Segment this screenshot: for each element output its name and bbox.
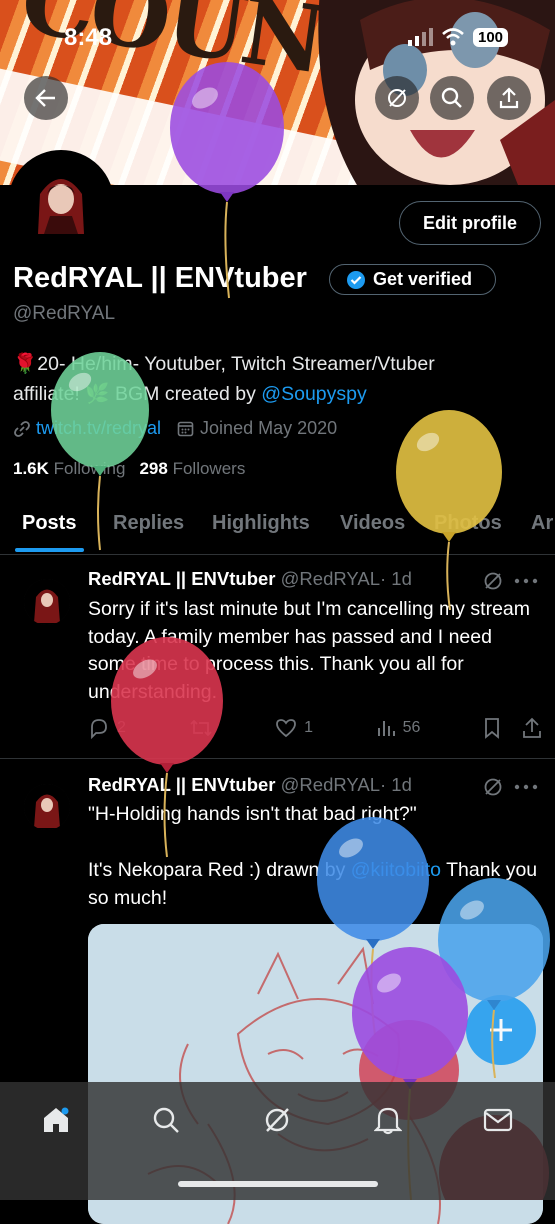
avatar-illustration (12, 154, 110, 252)
calendar-icon (177, 421, 194, 437)
tweet-avatar-illustration (24, 579, 70, 625)
back-button[interactable] (24, 76, 68, 120)
views-icon (377, 721, 395, 736)
views-action[interactable]: 56 (376, 718, 421, 738)
bookmark-icon[interactable] (483, 717, 501, 739)
like-count: 1 (304, 719, 313, 736)
search-icon (153, 1107, 179, 1133)
bell-icon (374, 1107, 402, 1135)
tweet-author-handle[interactable]: @RedRYAL (281, 774, 380, 795)
followers-label: Followers (172, 459, 246, 478)
nav-messages[interactable] (478, 1100, 518, 1140)
tab-highlights[interactable]: Highlights (212, 512, 310, 535)
tweet-header: RedRYAL || ENVtuber @RedRYAL· 1d (88, 568, 412, 590)
more-icon[interactable] (513, 783, 539, 791)
tweet-time: · 1d (380, 774, 412, 795)
grok-button[interactable] (375, 76, 419, 120)
nav-search[interactable] (146, 1100, 186, 1140)
wifi-icon (442, 28, 464, 46)
grok-icon[interactable] (482, 776, 504, 798)
grok-icon (265, 1108, 289, 1132)
get-verified-button[interactable]: Get verified (329, 264, 496, 295)
tab-articles[interactable]: Ar (531, 512, 553, 535)
home-indicator (178, 1181, 378, 1187)
share-icon (499, 87, 519, 109)
mail-icon (483, 1108, 513, 1132)
tweet-avatar-illustration (24, 784, 70, 830)
signal-icon (408, 28, 433, 46)
share-icon[interactable] (521, 717, 543, 739)
like-icon (276, 719, 296, 738)
following-count: 1.6K (13, 459, 49, 478)
search-button[interactable] (430, 76, 474, 120)
profile-handle: @RedRYAL (13, 303, 116, 324)
back-arrow-icon (35, 89, 55, 107)
rose-emoji: 🌹 (13, 353, 38, 375)
more-icon[interactable] (513, 577, 539, 585)
profile-avatar[interactable] (8, 150, 114, 256)
verified-badge-icon (347, 270, 365, 289)
tweet-author-handle[interactable]: @RedRYAL (281, 568, 380, 589)
battery-indicator: 100 (473, 27, 509, 47)
yellow-balloon (396, 410, 502, 610)
link-icon (14, 420, 30, 437)
views-count: 56 (402, 719, 421, 736)
tweet-avatar[interactable] (24, 784, 70, 830)
edit-profile-button[interactable]: Edit profile (399, 201, 541, 245)
home-icon (44, 1107, 69, 1132)
nav-notifications[interactable] (368, 1100, 408, 1140)
search-icon (441, 87, 462, 108)
status-time: 8:48 (64, 24, 113, 51)
joined-date: Joined May 2020 (200, 418, 338, 438)
status-icons: 100 (407, 27, 509, 47)
grok-icon (388, 89, 406, 107)
get-verified-label: Get verified (373, 269, 473, 289)
green-balloon (51, 352, 149, 551)
nav-grok[interactable] (257, 1100, 297, 1140)
followers-stat[interactable]: 298 Followers (139, 459, 245, 479)
red-balloon (111, 637, 223, 858)
tweet-avatar[interactable] (24, 579, 70, 625)
nav-home[interactable] (36, 1100, 76, 1140)
tweet-author-name[interactable]: RedRYAL || ENVtuber (88, 568, 276, 589)
like-action[interactable]: 1 (275, 718, 313, 738)
tweet-text-prefix: It's Nekopara Red :) drawn by (88, 859, 351, 881)
joined-item: Joined May 2020 (177, 418, 337, 439)
share-button[interactable] (487, 76, 531, 120)
tweet-extra-actions (483, 717, 543, 739)
bio-mention-link[interactable]: @Soupyspy (261, 383, 366, 405)
purple-balloon (170, 62, 284, 299)
